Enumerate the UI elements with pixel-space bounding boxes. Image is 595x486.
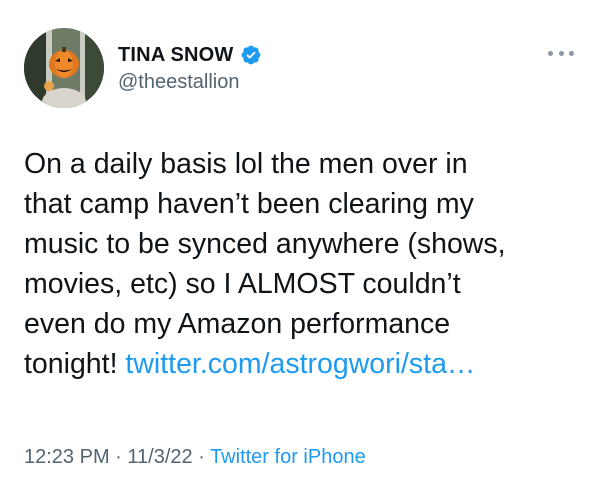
- tweet-time[interactable]: 12:23 PM: [24, 446, 110, 468]
- tweet-body: On a daily basis lol the men over in tha…: [24, 148, 506, 380]
- display-name[interactable]: TINA SNOW: [118, 44, 234, 67]
- tweet-link[interactable]: twitter.com/astrogwori/sta…: [125, 348, 475, 380]
- tweet-meta: 12:23 PM · 11/3/22 · Twitter for iPhone: [24, 446, 366, 469]
- tweet-date[interactable]: 11/3/22: [127, 446, 192, 468]
- meta-separator: ·: [109, 446, 128, 468]
- dot: [569, 50, 574, 56]
- tweet-text: On a daily basis lol the men over in tha…: [24, 144, 584, 384]
- dot: [558, 50, 564, 56]
- verified-badge-icon: [240, 44, 262, 66]
- tweet-source[interactable]: Twitter for iPhone: [210, 446, 366, 468]
- dot: [548, 50, 553, 56]
- more-options-icon[interactable]: [548, 46, 574, 60]
- avatar-image: [24, 28, 104, 108]
- name-row: TINA SNOW: [118, 43, 262, 67]
- meta-separator: ·: [192, 446, 211, 468]
- avatar[interactable]: [24, 28, 104, 108]
- tweet-card: TINA SNOW @theestallion On a daily basis…: [0, 0, 595, 486]
- handle[interactable]: @theestallion: [118, 71, 262, 94]
- author-block: TINA SNOW @theestallion: [118, 43, 262, 94]
